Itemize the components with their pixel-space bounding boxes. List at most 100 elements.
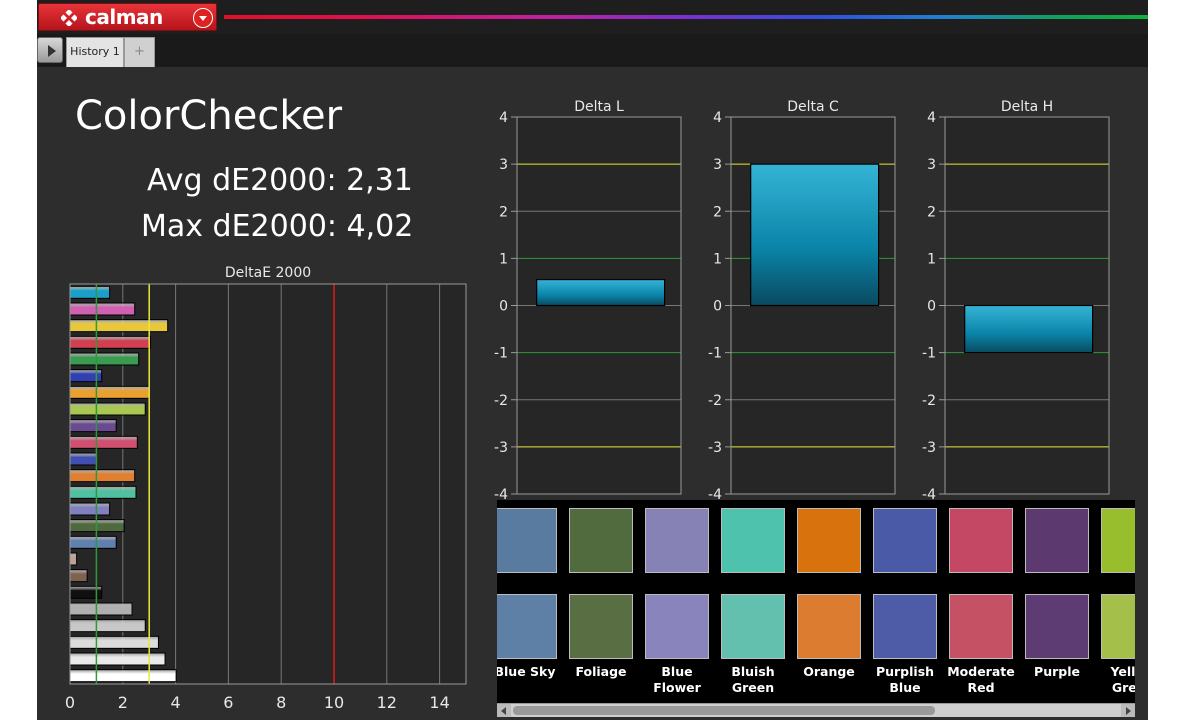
swatch-target <box>949 508 1013 573</box>
logo-text: calman <box>85 5 163 29</box>
delta-tick-label: -2 <box>922 393 936 409</box>
deltae-bar <box>69 352 140 366</box>
scroll-thumb[interactable] <box>513 706 935 715</box>
scroll-left-arrow-icon[interactable] <box>497 704 511 717</box>
deltae-bar <box>69 552 78 566</box>
delta-tick-label: 4 <box>713 110 722 126</box>
delta-tick-label: 1 <box>499 251 508 267</box>
swatch-target <box>497 508 557 573</box>
delta-tick-label: -4 <box>708 487 722 500</box>
deltae-tick-label: 8 <box>276 693 286 712</box>
deltae-tick-label: 0 <box>65 693 75 712</box>
deltae-bar <box>69 419 117 433</box>
swatch-actual <box>645 594 709 659</box>
delta-tick-label: 4 <box>499 110 508 126</box>
deltae-bar <box>69 502 111 516</box>
delta-h-chart: Delta H 4 3 2 1 0 -1 -2 -3 -4 <box>922 99 1110 500</box>
swatch-panel: Blue Sky Foliage Blue Flower Bluish Green Or… <box>497 500 1135 703</box>
delta-tick-label: 2 <box>499 204 508 220</box>
swatch-actual <box>797 594 861 659</box>
delta-tick-label: -3 <box>494 440 508 456</box>
swatch-actual <box>721 594 785 659</box>
delta-tick-label: -1 <box>922 346 936 362</box>
deltae-bar <box>69 435 138 449</box>
max-de2000: Max dE2000: 4,02 <box>141 209 414 244</box>
swatch-target <box>721 508 785 573</box>
swatch-actual <box>1025 594 1089 659</box>
delta-tick-label: -4 <box>494 487 508 500</box>
swatch-target <box>645 508 709 573</box>
swatch-label: Orange <box>803 664 855 679</box>
horizontal-scrollbar[interactable] <box>497 703 1135 717</box>
swatch-actual <box>497 594 557 659</box>
deltae-tick-label: 4 <box>171 693 181 712</box>
delta-tick-label: 3 <box>927 157 936 173</box>
delta-tick-label: 4 <box>927 110 936 126</box>
deltae-tick-label: 10 <box>324 693 344 712</box>
deltae-bar <box>69 302 136 316</box>
swatch-actual <box>949 594 1013 659</box>
tab-history-1[interactable]: History 1 <box>66 37 124 67</box>
deltae-tick-label: 12 <box>377 693 397 712</box>
chevron-down-icon[interactable] <box>193 8 213 28</box>
deltae-bar <box>69 469 136 483</box>
delta-bar <box>964 304 1094 354</box>
swatch-label: Foliage <box>575 664 627 679</box>
deltae-bar <box>69 452 97 466</box>
deltae-bar <box>69 602 133 616</box>
delta-tick-label: -3 <box>922 440 936 456</box>
swatch-label: Blue Sky <box>497 664 556 679</box>
deltae-2000-chart: DeltaE 2000 0 2 4 6 8 10 12 14 <box>65 265 467 712</box>
swatch-label: Purplish Blue <box>875 664 935 695</box>
delta-tick-label: 1 <box>713 251 722 267</box>
swatch-label: Moderate Red <box>947 664 1015 695</box>
deltae-tick-label: 6 <box>223 693 233 712</box>
swatch-label: Purple <box>1034 664 1080 679</box>
deltae-tick-label: 14 <box>429 693 449 712</box>
swatch-actual <box>569 594 633 659</box>
delta-tick-label: -2 <box>708 393 722 409</box>
swatch-actual <box>1101 594 1135 659</box>
swatch-target <box>569 508 633 573</box>
swatch-label: Blue Flower <box>653 664 701 695</box>
calman-logo-icon <box>61 10 77 26</box>
deltae-bar <box>69 669 177 683</box>
calman-window: calman History 1 ColorChecker Avg dE2000… <box>37 0 1148 720</box>
add-tab-button[interactable] <box>124 37 155 67</box>
delta-chart-title: Delta L <box>574 99 624 115</box>
deltae-bar <box>69 485 137 499</box>
scroll-right-arrow-icon[interactable] <box>1121 704 1135 717</box>
deltae-bar <box>69 569 88 583</box>
swatch-label: Bluish Green <box>731 664 775 695</box>
deltae-tick-label: 2 <box>118 693 128 712</box>
deltae-bar <box>69 635 159 649</box>
swatch-label: Yellow Green <box>1110 664 1135 695</box>
deltae-bar <box>69 619 146 633</box>
delta-tick-label: 3 <box>713 157 722 173</box>
delta-chart-title: Delta H <box>1001 99 1053 115</box>
delta-tick-label: -1 <box>494 346 508 362</box>
delta-tick-label: 1 <box>927 251 936 267</box>
swatch-target <box>873 508 937 573</box>
deltae-bar <box>69 285 111 299</box>
delta-tick-label: -3 <box>708 440 722 456</box>
right-gutter <box>1148 0 1200 720</box>
delta-tick-label: 0 <box>927 299 936 315</box>
delta-tick-label: -4 <box>922 487 936 500</box>
delta-chart-title: Delta C <box>787 99 839 115</box>
play-button[interactable] <box>37 37 63 63</box>
delta-tick-label: -2 <box>494 393 508 409</box>
delta-l-chart: Delta L 4 3 2 1 0 -1 -2 -3 -4 <box>494 99 682 500</box>
deltae-bar <box>69 335 152 349</box>
calman-menu-button[interactable]: calman <box>38 3 217 31</box>
page-title: ColorChecker <box>75 93 343 139</box>
delta-tick-label: -1 <box>708 346 722 362</box>
delta-tick-label: 2 <box>713 204 722 220</box>
deltae-bar <box>69 385 150 399</box>
deltae-bar <box>69 319 169 333</box>
swatch-target <box>1025 508 1089 573</box>
delta-bar <box>750 163 880 307</box>
left-gutter <box>0 0 37 720</box>
deltae-bar <box>69 652 166 666</box>
delta-tick-label: 0 <box>713 299 722 315</box>
